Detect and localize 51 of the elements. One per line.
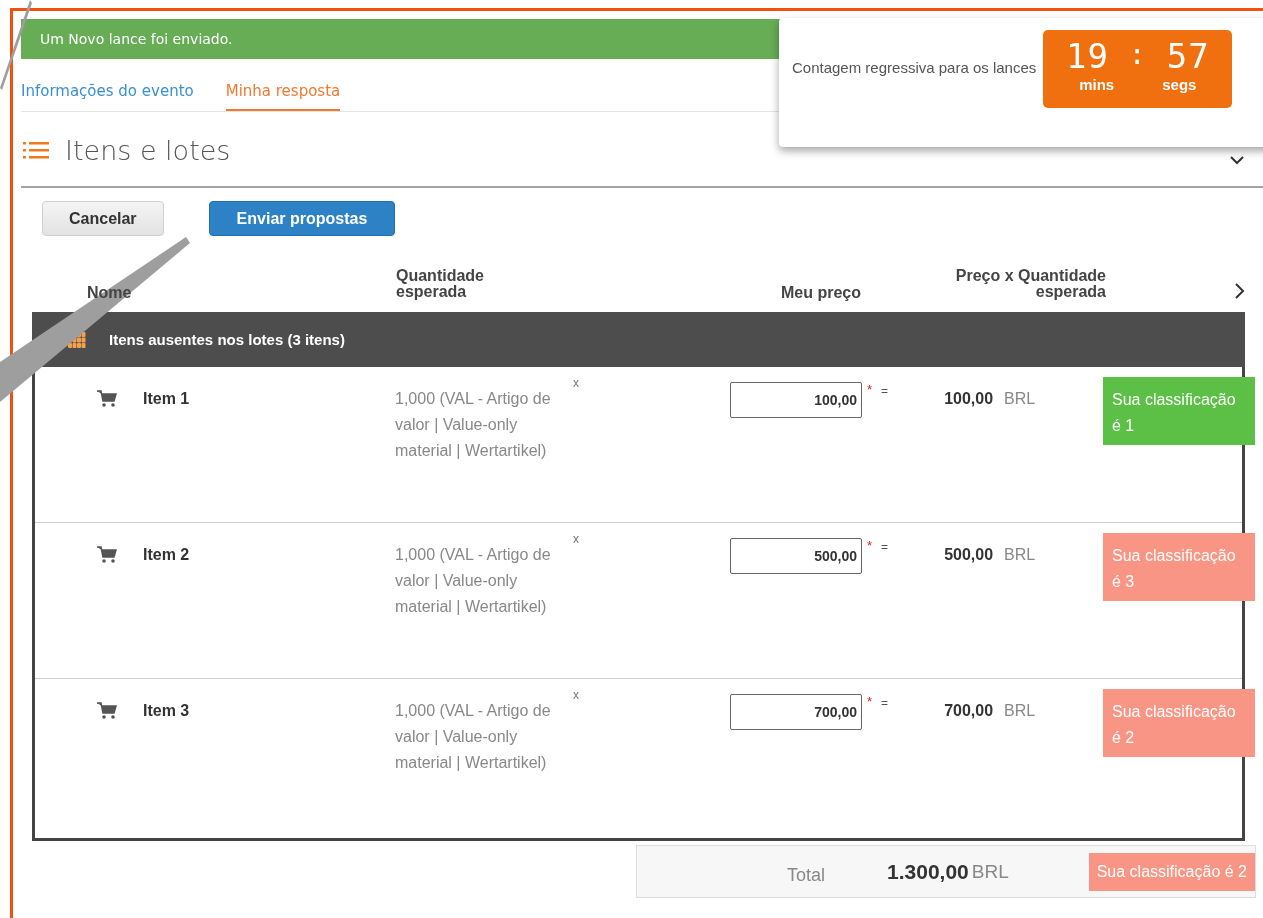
quantity-text: 1,000 (VAL - Artigo de valor | Value-only material | Wertartikel) <box>395 389 552 461</box>
total-value: 1.300,00 <box>887 859 969 884</box>
currency-text: BRL <box>1004 702 1036 720</box>
cart-icon <box>97 546 117 564</box>
cancel-button[interactable]: Cancelar <box>42 201 164 236</box>
item-name: Item 3 <box>143 702 191 720</box>
rank-badge: Sua classificação é 2 <box>1103 689 1255 757</box>
item-name: Item 1 <box>143 390 191 408</box>
price-input[interactable]: 700,00 <box>730 694 862 730</box>
column-header: Preço x Quantidade esperada <box>954 268 1106 300</box>
equals-sign: = <box>881 540 889 554</box>
currency-text: BRL <box>971 860 1009 883</box>
currency-text: BRL <box>1004 390 1036 408</box>
column-header: Quantidade esperada <box>396 268 485 300</box>
time-separator: : <box>1128 38 1147 73</box>
equals-sign: = <box>881 696 889 710</box>
required-mark: * <box>867 382 873 397</box>
rank-badge: Sua classificação é 2 <box>1088 852 1255 891</box>
multiply-sign: x <box>573 376 580 390</box>
minutes-label: mins <box>1079 76 1115 93</box>
minutes-digits: 19 <box>1065 36 1109 76</box>
section-title: Itens e lotes <box>65 134 232 166</box>
multiply-sign: x <box>573 532 580 546</box>
quantity-text: 1,000 (VAL - Artigo de valor | Value-only material | Wertartikel) <box>395 701 552 773</box>
chevron-down-icon[interactable] <box>1229 155 1245 165</box>
seconds-label: segs <box>1162 76 1197 93</box>
countdown-label: Contagem regressiva para os lances <box>792 59 1037 76</box>
line-total: 700,00 <box>943 702 994 720</box>
cart-icon <box>97 702 117 720</box>
chevron-right-icon[interactable] <box>1234 282 1246 300</box>
price-input[interactable]: 100,00 <box>730 382 862 418</box>
seconds-digits: 57 <box>1166 36 1210 76</box>
submit-button[interactable]: Enviar propostas <box>208 201 396 236</box>
required-mark: * <box>867 694 873 709</box>
equals-sign: = <box>881 384 889 398</box>
quantity-text: 1,000 (VAL - Artigo de valor | Value-only material | Wertartikel) <box>395 545 552 617</box>
rank-badge: Sua classificação é 1 <box>1103 377 1255 445</box>
multiply-sign: x <box>573 688 580 702</box>
item-name: Item 2 <box>143 546 191 564</box>
cart-icon <box>97 390 117 408</box>
currency-text: BRL <box>1004 546 1036 564</box>
tab[interactable]: Informações do evento <box>21 82 194 111</box>
total-label: Total <box>787 865 826 886</box>
price-input[interactable]: 500,00 <box>730 538 862 574</box>
column-header: Meu preço <box>781 285 861 301</box>
rank-badge: Sua classificação é 3 <box>1103 533 1255 601</box>
list-icon <box>23 141 49 159</box>
line-total: 500,00 <box>943 546 994 564</box>
line-total: 100,00 <box>943 390 994 408</box>
group-title: Itens ausentes nos lotes (3 itens) <box>109 331 345 348</box>
required-mark: * <box>867 538 873 553</box>
